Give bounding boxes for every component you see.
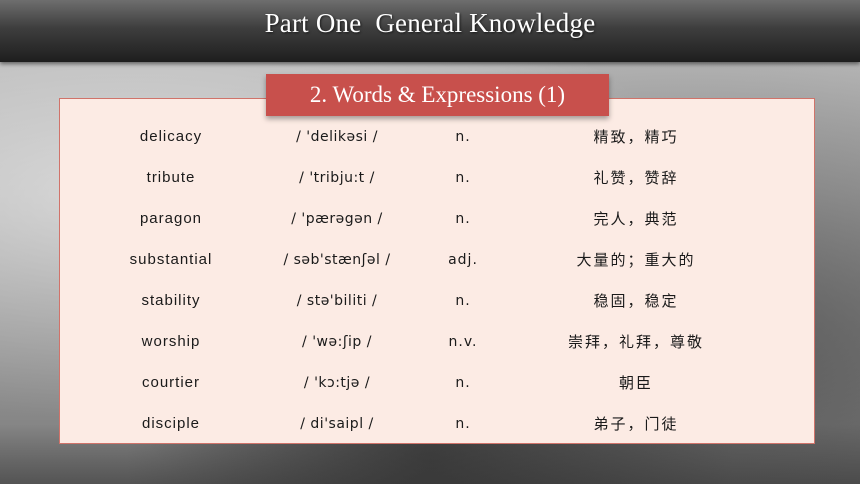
vocab-row: paragon / 'pærəgən / n. 完人，典范 xyxy=(0,208,860,249)
section-title: 2. Words & Expressions (1) xyxy=(266,74,609,116)
vocab-phonetic: / 'delikəsi / xyxy=(296,129,378,145)
vocab-phonetic: / di'saipl / xyxy=(300,416,374,432)
vocab-definition: 弟子，门徒 xyxy=(593,415,679,433)
vocab-row: courtier / 'kɔ:tjə / n. 朝臣 xyxy=(0,372,860,413)
vocab-pos: n. xyxy=(455,416,471,432)
vocab-pos: n. xyxy=(455,375,471,391)
vocab-word: delicacy xyxy=(139,128,203,145)
vocab-word: disciple xyxy=(141,415,201,432)
vocab-phonetic: / səb'stænʃəl / xyxy=(283,252,391,268)
vocab-pos: n. xyxy=(455,211,471,227)
vocab-word: worship xyxy=(141,333,201,350)
vocab-definition: 崇拜，礼拜，尊敬 xyxy=(567,333,705,351)
vocab-definition: 礼赞，赞辞 xyxy=(593,169,679,187)
vocab-pos: n. xyxy=(455,293,471,309)
vocab-row: stability / stə'biliti / n. 稳固，稳定 xyxy=(0,290,860,331)
vocab-phonetic: / 'pærəgən / xyxy=(291,211,383,227)
vocab-phonetic: / stə'biliti / xyxy=(296,293,378,309)
vocab-pos: n. xyxy=(455,170,471,186)
vocab-word: stability xyxy=(141,292,201,309)
vocab-row: delicacy / 'delikəsi / n. 精致，精巧 xyxy=(0,126,860,167)
vocab-word: tribute xyxy=(146,169,196,186)
vocab-row: substantial / səb'stænʃəl / adj. 大量的；重大的 xyxy=(0,249,860,290)
vocab-word: courtier xyxy=(141,374,201,391)
vocab-word: substantial xyxy=(129,251,213,268)
vocab-phonetic: / 'tribju:t / xyxy=(299,170,375,186)
vocab-row: disciple / di'saipl / n. 弟子，门徒 xyxy=(0,413,860,454)
page-title: Part One General Knowledge xyxy=(264,8,596,38)
vocab-phonetic: / 'kɔ:tjə / xyxy=(303,375,371,391)
vocab-pos: adj. xyxy=(448,252,478,268)
vocab-row: worship / 'wə:ʃip / n.v. 崇拜，礼拜，尊敬 xyxy=(0,331,860,372)
vocab-definition: 精致，精巧 xyxy=(593,128,679,146)
vocab-row: tribute / 'tribju:t / n. 礼赞，赞辞 xyxy=(0,167,860,208)
vocab-phonetic: / 'wə:ʃip / xyxy=(302,334,372,350)
vocab-pos: n. xyxy=(455,129,471,145)
vocab-definition: 完人，典范 xyxy=(593,210,679,228)
vocab-pos: n.v. xyxy=(448,334,478,350)
vocab-definition: 稳固，稳定 xyxy=(593,292,679,310)
vocab-definition: 大量的；重大的 xyxy=(576,251,696,269)
vocab-word: paragon xyxy=(139,210,203,227)
vocab-definition: 朝臣 xyxy=(618,374,654,392)
title-bar: Part One General Knowledge xyxy=(0,0,860,62)
